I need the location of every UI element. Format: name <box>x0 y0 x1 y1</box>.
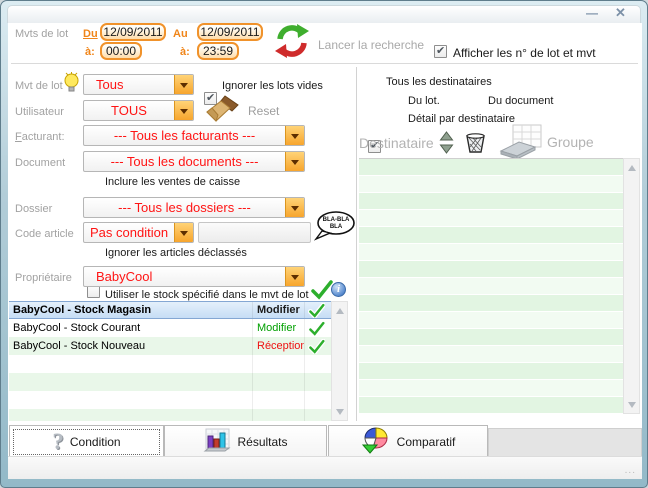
group-column-header: Groupe <box>547 134 594 150</box>
table-row[interactable] <box>9 409 331 421</box>
code-article-input[interactable] <box>198 222 311 243</box>
date-from-field[interactable]: 12/09/2011 <box>100 23 166 41</box>
time-from-label: à: <box>85 46 95 58</box>
list-item[interactable] <box>359 261 623 278</box>
titlebar <box>7 5 641 23</box>
list-item[interactable] <box>359 312 623 329</box>
date-to-field[interactable]: 12/09/2011 <box>197 23 263 41</box>
recipient-list[interactable] <box>359 158 623 414</box>
list-item[interactable] <box>359 176 623 193</box>
all-recipients-label: Tous les destinataires <box>386 76 492 88</box>
bar-chart-icon <box>203 427 231 457</box>
list-item[interactable] <box>359 193 623 210</box>
date-from-link[interactable]: Du <box>83 28 98 40</box>
code-article-label: Code article <box>15 228 74 240</box>
facturant-label: Facturant: <box>15 131 65 143</box>
tab-condition[interactable]: ? Condition <box>9 425 164 458</box>
reset-brush-icon[interactable] <box>204 94 240 129</box>
table-row[interactable]: BabyCool - Stock CourantModifier <box>9 319 331 337</box>
blabla-bubble-icon[interactable]: BLA-BLA BLA <box>314 210 356 247</box>
reset-label[interactable]: Reset <box>248 104 279 118</box>
tab-resultats[interactable]: Résultats <box>164 425 327 458</box>
stock-table: BabyCool - Stock MagasinModifierBabyCool… <box>9 301 331 421</box>
mvt-de-lot-select[interactable]: Tous <box>83 74 194 95</box>
dropdown-arrow-icon[interactable] <box>174 101 193 120</box>
sort-updown-icon[interactable] <box>439 131 454 159</box>
user-select[interactable]: TOUS <box>83 100 194 121</box>
list-item[interactable] <box>359 278 623 295</box>
dropdown-arrow-icon[interactable] <box>285 152 304 171</box>
list-item[interactable] <box>359 295 623 312</box>
stock-table-scrollbar[interactable] <box>331 301 348 421</box>
ignore-declassed-label: Ignorer les articles déclassés <box>105 247 247 259</box>
dropdown-arrow-icon[interactable] <box>174 223 193 242</box>
owner-select[interactable]: BabyCool <box>83 266 305 287</box>
panel-divider <box>356 67 357 421</box>
du-lot-label: Du lot. <box>408 95 440 107</box>
list-item[interactable] <box>359 210 623 227</box>
scroll-up-icon[interactable] <box>336 304 344 314</box>
svg-text:BLA: BLA <box>330 224 343 230</box>
table-row[interactable]: BabyCool - Stock MagasinModifier <box>9 301 331 319</box>
scroll-down-icon[interactable] <box>628 402 636 412</box>
code-article-select[interactable]: Pas condition <box>83 222 194 243</box>
list-item[interactable] <box>359 329 623 346</box>
ignore-empty-lots-label: Ignorer les lots vides <box>222 80 323 92</box>
show-lot-numbers-label: Afficher les n° de lot et mvt <box>453 46 596 60</box>
list-item[interactable] <box>359 244 623 261</box>
focus-rect <box>13 429 160 455</box>
date-to-label[interactable]: Au <box>173 28 188 40</box>
time-to-field[interactable]: 23:59 <box>197 42 239 60</box>
list-item[interactable] <box>359 363 623 380</box>
status-bar: ... <box>8 456 642 479</box>
tab-comparatif[interactable]: Comparatif <box>328 425 488 458</box>
top-separator <box>11 63 638 64</box>
lightbulb-icon[interactable] <box>63 72 80 100</box>
table-row[interactable] <box>9 355 331 373</box>
list-item[interactable] <box>359 397 623 414</box>
time-to-label: à: <box>180 46 190 58</box>
user-label: Utilisateur <box>15 106 64 118</box>
pie-chart-icon <box>361 427 391 457</box>
window: — ✕ Mvts de lot Du 12/09/2011 Au 12/09/2… <box>0 0 648 488</box>
mvts-de-lot-label: Mvts de lot <box>15 28 68 40</box>
launch-search-label[interactable]: Lancer la recherche <box>318 38 424 52</box>
dropdown-arrow-icon[interactable] <box>285 198 304 217</box>
list-item[interactable] <box>359 159 623 176</box>
use-specified-stock-label: Utiliser le stock spécifié dans le mvt d… <box>105 289 309 301</box>
dropdown-arrow-icon[interactable] <box>174 75 193 94</box>
table-row[interactable]: BabyCool - Stock NouveauRéceptionr <box>9 337 331 355</box>
du-document-label: Du document <box>488 95 553 107</box>
document-select[interactable]: --- Tous les documents --- <box>83 151 305 172</box>
recipient-list-scrollbar[interactable] <box>623 158 640 414</box>
recipient-column-header: Destinataire <box>359 135 434 151</box>
minimize-button[interactable]: — <box>586 6 598 20</box>
info-icon[interactable]: i <box>331 282 346 297</box>
scroll-up-icon[interactable] <box>628 161 636 171</box>
scroll-down-icon[interactable] <box>336 409 344 419</box>
refresh-search-icon[interactable] <box>272 21 312 66</box>
tabstrip-filler <box>488 428 642 458</box>
time-from-field[interactable]: 00:00 <box>100 42 142 60</box>
svg-text:BLA-BLA: BLA-BLA <box>323 217 350 223</box>
resize-grip[interactable]: ... <box>625 465 636 476</box>
dossier-label: Dossier <box>15 203 52 215</box>
list-item[interactable] <box>359 227 623 244</box>
dossier-select[interactable]: --- Tous les dossiers --- <box>83 197 305 218</box>
dropdown-arrow-icon[interactable] <box>285 267 304 286</box>
table-row[interactable] <box>9 391 331 409</box>
trash-icon[interactable] <box>464 132 487 159</box>
list-item[interactable] <box>359 346 623 363</box>
table-row[interactable] <box>9 373 331 391</box>
mvt-de-lot-label: Mvt de lot <box>15 80 63 92</box>
list-item[interactable] <box>359 380 623 397</box>
document-label: Document <box>15 157 65 169</box>
include-cash-sales-label: Inclure les ventes de caisse <box>105 176 240 188</box>
show-lot-numbers-checkbox[interactable] <box>434 45 447 58</box>
facturant-select[interactable]: --- Tous les facturants --- <box>83 125 305 146</box>
owner-label: Propriétaire <box>15 272 72 284</box>
close-button[interactable]: ✕ <box>615 6 626 20</box>
dropdown-arrow-icon[interactable] <box>285 126 304 145</box>
